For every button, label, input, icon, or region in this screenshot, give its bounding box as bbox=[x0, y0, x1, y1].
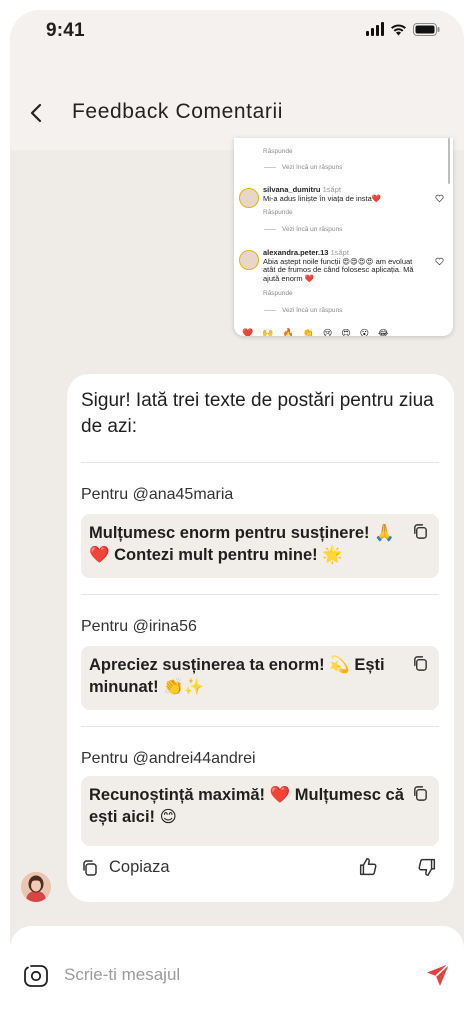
copy-icon[interactable] bbox=[412, 785, 429, 802]
commenter-avatar bbox=[239, 250, 259, 270]
message-input[interactable] bbox=[64, 962, 364, 988]
copy-icon[interactable] bbox=[412, 523, 429, 540]
copy-all-button[interactable]: Copiaza bbox=[81, 858, 170, 877]
battery-icon bbox=[413, 23, 440, 36]
instagram-comments-screenshot: Răspunde Vezi încă un răspuns silvana_du… bbox=[234, 138, 453, 336]
suggestion-text: Apreciez susținerea ta enorm! 💫 Ești min… bbox=[89, 656, 385, 696]
thumbs-up-icon[interactable] bbox=[357, 856, 379, 878]
suggestion-label: Pentru @ana45maria bbox=[81, 486, 234, 503]
suggestion-label: Pentru @irina56 bbox=[81, 618, 197, 635]
divider bbox=[81, 462, 439, 463]
commenter-avatar bbox=[239, 188, 259, 208]
status-icons bbox=[366, 22, 440, 36]
screenshot-scrollbar bbox=[448, 138, 450, 184]
page-title: Feedback Comentarii bbox=[72, 100, 283, 123]
suggestion-card: Mulțumesc enorm pentru susținere! 🙏❤️ Co… bbox=[81, 514, 439, 578]
copy-icon[interactable] bbox=[412, 655, 429, 672]
comment-1-reply: Răspunde bbox=[263, 209, 293, 216]
status-bar: 9:41 bbox=[10, 10, 464, 52]
copy-all-label: Copiaza bbox=[109, 858, 170, 876]
assistant-message: Sigur! Iată trei texte de postări pentru… bbox=[67, 374, 454, 902]
header: Feedback Comentarii bbox=[10, 52, 464, 150]
signal-icon bbox=[366, 22, 384, 36]
comment-2: alexandra.peter.13 1săpt Abia aștept noi… bbox=[263, 248, 414, 283]
assistant-avatar bbox=[21, 872, 51, 902]
phone-screen: 9:41 Feedback Comentarii Răspunde Vezi î… bbox=[10, 10, 464, 1027]
divider bbox=[81, 594, 439, 595]
screenshot-more-replies: Vezi încă un răspuns bbox=[264, 164, 342, 171]
heart-icon bbox=[435, 194, 444, 203]
suggestion-text: Mulțumesc enorm pentru susținere! 🙏❤️ Co… bbox=[89, 524, 395, 564]
emoji-reaction-bar: ❤️ 🙌 🔥 👏 😢 😍 😮 😂 bbox=[242, 328, 389, 336]
chevron-left-icon bbox=[30, 103, 42, 123]
comment-1-more: Vezi încă un răspuns bbox=[264, 226, 342, 233]
back-button[interactable] bbox=[24, 100, 48, 126]
send-icon[interactable] bbox=[424, 961, 452, 989]
copy-icon bbox=[83, 859, 97, 876]
suggestion-text: Recunoștință maximă! ❤️ Mulțumesc că eșt… bbox=[89, 786, 404, 826]
divider bbox=[81, 726, 439, 727]
status-time: 9:41 bbox=[46, 20, 85, 41]
suggestion-card: Apreciez susținerea ta enorm! 💫 Ești min… bbox=[81, 646, 439, 710]
comment-2-reply: Răspunde bbox=[263, 290, 293, 297]
camera-icon[interactable] bbox=[22, 961, 50, 989]
comment-1: silvana_dumitru 1săpt Mi-a adus liniște … bbox=[263, 185, 382, 203]
suggestion-card: Recunoștință maximă! ❤️ Mulțumesc că eșt… bbox=[81, 776, 439, 846]
suggestion-label: Pentru @andrei44andrei bbox=[81, 750, 256, 767]
wifi-icon bbox=[391, 24, 406, 36]
heart-icon bbox=[435, 257, 444, 266]
screenshot-reply-label: Răspunde bbox=[263, 148, 293, 155]
assistant-intro: Sigur! Iată trei texte de postări pentru… bbox=[81, 390, 434, 437]
message-composer bbox=[10, 926, 464, 1027]
thumbs-down-icon[interactable] bbox=[416, 856, 438, 878]
comment-2-more: Vezi încă un răspuns bbox=[264, 307, 342, 314]
